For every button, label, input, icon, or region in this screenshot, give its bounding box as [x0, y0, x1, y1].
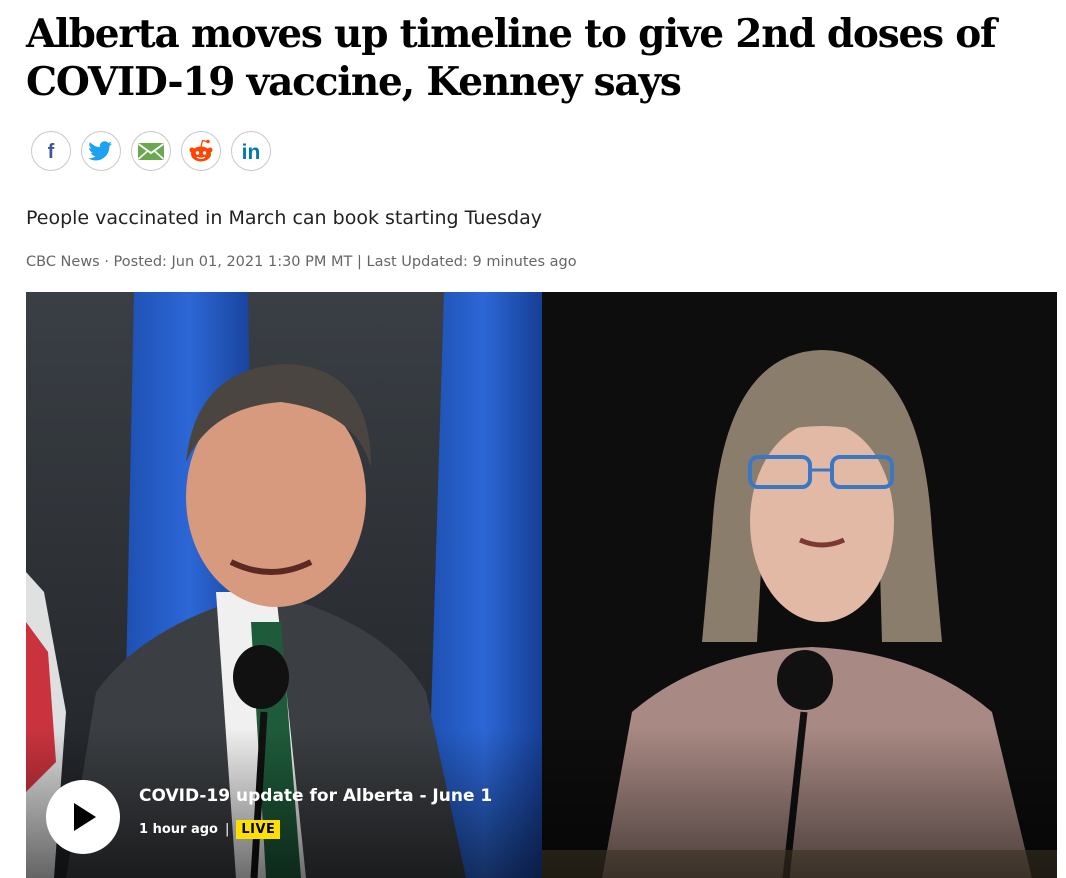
- svg-text:f: f: [48, 141, 55, 162]
- reddit-icon: [189, 139, 213, 162]
- video-player[interactable]: COVID-19 update for Alberta - June 1 1 h…: [26, 292, 1057, 878]
- byline: CBC News · Posted: Jun 01, 2021 1:30 PM …: [26, 254, 577, 270]
- byline-source: CBC News: [26, 254, 100, 270]
- video-meta: 1 hour ago | LIVE: [139, 820, 281, 839]
- share-linkedin-button[interactable]: in: [231, 131, 271, 171]
- video-thumbnail-right: [542, 292, 1057, 878]
- byline-updated: Last Updated: 9 minutes ago: [366, 254, 577, 270]
- twitter-icon: [88, 141, 112, 161]
- article-deck: People vaccinated in March can book star…: [26, 207, 542, 229]
- video-meta-divider: |: [224, 822, 230, 837]
- byline-divider: |: [356, 254, 362, 270]
- play-icon: [74, 803, 96, 831]
- play-button[interactable]: [46, 780, 120, 854]
- share-twitter-button[interactable]: [81, 131, 121, 171]
- byline-posted: · Posted: Jun 01, 2021 1:30 PM MT: [104, 254, 353, 270]
- video-title[interactable]: COVID-19 update for Alberta - June 1: [139, 786, 492, 806]
- share-facebook-button[interactable]: f: [31, 131, 71, 171]
- share-reddit-button[interactable]: [181, 131, 221, 171]
- share-email-button[interactable]: [131, 131, 171, 171]
- linkedin-icon: in: [242, 141, 261, 162]
- live-badge: LIVE: [236, 820, 281, 839]
- video-time-ago: 1 hour ago: [139, 822, 218, 837]
- article-headline: Alberta moves up timeline to give 2nd do…: [26, 11, 997, 105]
- svg-text:in: in: [242, 141, 261, 162]
- facebook-icon: f: [48, 141, 55, 162]
- share-bar: f in: [31, 131, 271, 171]
- email-icon: [137, 143, 165, 160]
